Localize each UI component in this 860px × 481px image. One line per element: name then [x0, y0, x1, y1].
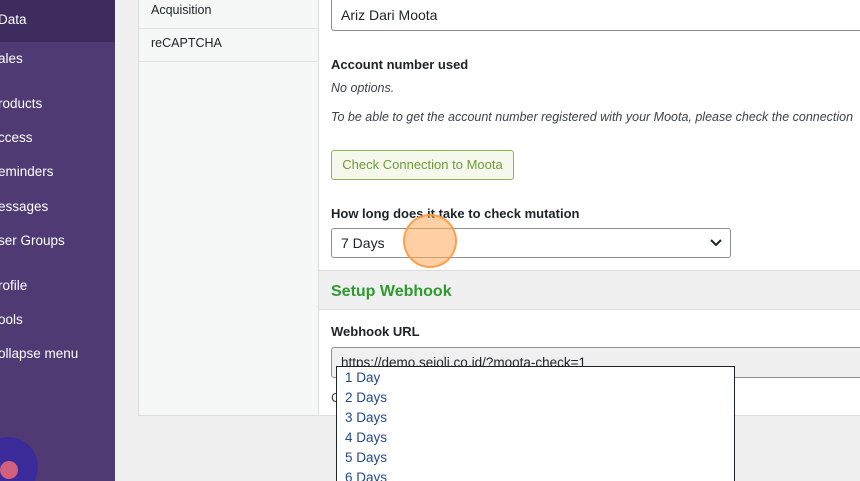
mutation-select[interactable]: 7 Days: [331, 228, 731, 258]
account-name-input[interactable]: Ariz Dari Moota: [331, 0, 860, 31]
dropdown-option[interactable]: 4 Days: [345, 430, 387, 445]
click-indicator: [403, 214, 457, 268]
dropdown-option[interactable]: 1 Day: [345, 370, 380, 385]
chevron-down-icon: [710, 239, 722, 247]
sidebar-item-sales[interactable]: ales: [0, 51, 23, 66]
sidebar-item-profile[interactable]: rofile: [0, 278, 27, 293]
sidebar-item-reminders[interactable]: eminders: [0, 164, 54, 179]
mutation-dropdown-list: 1 Day 2 Days 3 Days 4 Days 5 Days 6 Days: [336, 366, 735, 481]
no-options-text: No options.: [331, 81, 395, 95]
avatar-status-dot: [0, 461, 18, 479]
webhook-url-label: Webhook URL: [331, 324, 420, 339]
sidebar-item-collapse-menu[interactable]: ollapse menu: [0, 346, 78, 361]
check-connection-button[interactable]: Check Connection to Moota: [331, 150, 514, 180]
sidebar-item-messages[interactable]: essages: [0, 199, 48, 214]
account-help-text: To be able to get the account number reg…: [331, 110, 854, 124]
dropdown-option[interactable]: 3 Days: [345, 410, 387, 425]
dropdown-option[interactable]: 6 Days: [345, 470, 387, 481]
dropdown-option[interactable]: 2 Days: [345, 390, 387, 405]
tab-recaptcha[interactable]: reCAPTCHA: [139, 29, 319, 62]
account-number-label: Account number used: [331, 57, 469, 72]
mutation-select-value: 7 Days: [341, 235, 385, 251]
sidebar-item-data[interactable]: Data: [0, 12, 27, 27]
sidebar-item-user-groups[interactable]: ser Groups: [0, 233, 65, 248]
tab-acquisition[interactable]: Acquisition: [139, 0, 319, 29]
sidebar-item-products[interactable]: roducts: [0, 96, 42, 111]
webhook-section-title: Setup Webhook: [331, 283, 452, 300]
dropdown-option[interactable]: 5 Days: [345, 450, 387, 465]
sidebar-item-tools[interactable]: ools: [0, 312, 23, 327]
mutation-label: How long does it take to check mutation: [331, 206, 580, 221]
settings-tabs: Acquisition reCAPTCHA: [138, 0, 319, 416]
sidebar-item-access[interactable]: ccess: [0, 130, 33, 145]
